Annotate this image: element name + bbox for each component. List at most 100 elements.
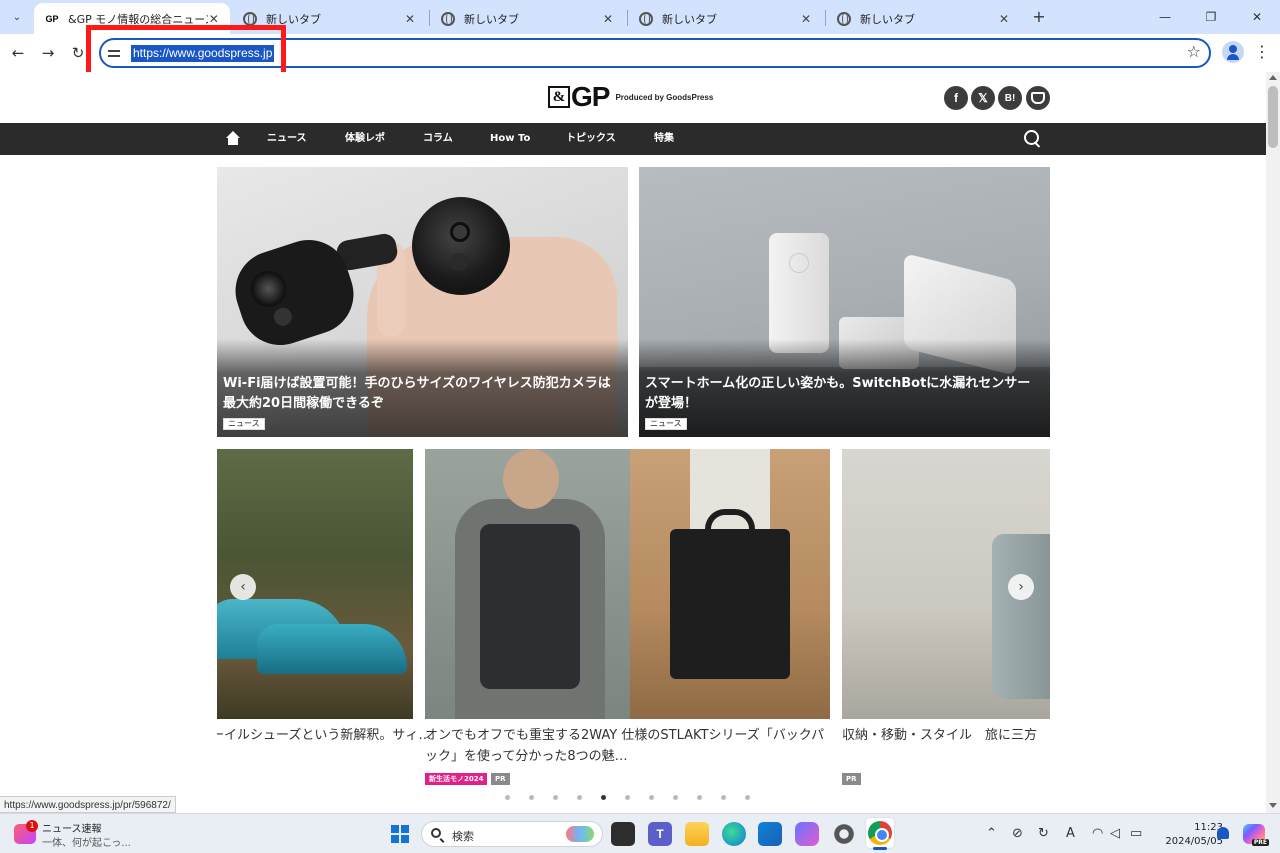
pr-badge: PR bbox=[491, 773, 510, 785]
nav-item-report[interactable]: 体験レポ bbox=[345, 131, 385, 147]
tab-title: 新しいタブ bbox=[662, 12, 717, 26]
close-icon[interactable]: ✕ bbox=[996, 12, 1012, 26]
carousel-dot[interactable] bbox=[721, 795, 726, 800]
tab-new-3[interactable]: 新しいタブ ✕ bbox=[628, 3, 824, 34]
slide-image[interactable] bbox=[425, 449, 630, 719]
news-widget-title[interactable]: ニュース速報 bbox=[42, 820, 102, 835]
back-button[interactable]: ← bbox=[6, 41, 30, 65]
tray-chevron-up-icon[interactable]: ⌃ bbox=[986, 826, 997, 841]
globe-icon bbox=[441, 11, 455, 26]
nav-item-news[interactable]: ニュース bbox=[267, 131, 307, 147]
copilot-preview-label: PRE bbox=[1251, 839, 1269, 846]
home-icon[interactable] bbox=[226, 131, 240, 145]
site-logo[interactable]: & GP Produced by GoodsPress bbox=[548, 81, 713, 112]
feature-card[interactable]: Wi-Fi届けば設置可能！手のひらサイズのワイヤレス防犯カメラは最大約20日間稼… bbox=[217, 167, 628, 437]
tab-search-button[interactable]: ⌄ bbox=[6, 6, 28, 28]
scroll-up-icon[interactable] bbox=[1269, 75, 1277, 80]
slide-title[interactable]: 収納・移動・スタイル 旅に三方 bbox=[842, 725, 1050, 746]
carousel-dot[interactable] bbox=[553, 795, 558, 800]
file-explorer-icon[interactable] bbox=[685, 822, 709, 846]
facebook-icon[interactable]: f bbox=[944, 86, 968, 110]
tab-new-4[interactable]: 新しいタブ ✕ bbox=[826, 3, 1022, 34]
tab-title: 新しいタブ bbox=[266, 12, 321, 26]
carousel-dot[interactable] bbox=[505, 795, 510, 800]
x-icon[interactable]: 𝕏 bbox=[971, 86, 995, 110]
tab-title: 新しいタブ bbox=[860, 12, 915, 26]
browser-menu-icon[interactable]: ⋮ bbox=[1254, 41, 1270, 63]
edge-icon[interactable] bbox=[722, 822, 746, 846]
clock-date[interactable]: 2024/05/05 bbox=[1156, 836, 1223, 847]
page-scrollbar[interactable] bbox=[1266, 72, 1280, 813]
nav-item-howto[interactable]: How To bbox=[490, 131, 530, 147]
carousel-dot[interactable] bbox=[601, 795, 606, 800]
close-icon[interactable]: ✕ bbox=[600, 12, 616, 26]
category-tag[interactable]: ニュース bbox=[223, 418, 265, 430]
chevron-left-icon: ‹ bbox=[240, 579, 246, 595]
search-highlight-icon bbox=[566, 826, 594, 842]
sync-icon[interactable]: ↻ bbox=[1038, 826, 1049, 841]
slide-title[interactable]: ーイルシューズという新解釈。サィ… bbox=[217, 725, 431, 746]
network-off-icon[interactable]: ⊘ bbox=[1012, 826, 1023, 841]
chevron-right-icon: › bbox=[1018, 579, 1024, 595]
tab-new-2[interactable]: 新しいタブ ✕ bbox=[430, 3, 626, 34]
restore-button[interactable]: ❐ bbox=[1188, 0, 1234, 34]
logo-gp: GP bbox=[571, 81, 610, 112]
chrome-icon[interactable] bbox=[868, 821, 892, 845]
close-icon: ✕ bbox=[1251, 10, 1263, 24]
reload-icon: ↻ bbox=[71, 44, 85, 62]
campaign-badge[interactable]: 新生活モノ2024 bbox=[425, 773, 488, 785]
carousel-dot[interactable] bbox=[649, 795, 654, 800]
restore-icon: ❐ bbox=[1205, 10, 1217, 24]
close-icon[interactable]: ✕ bbox=[798, 12, 814, 26]
settings-gear-icon[interactable] bbox=[832, 822, 856, 846]
close-icon[interactable]: ✕ bbox=[402, 12, 418, 26]
carousel-dot[interactable] bbox=[697, 795, 702, 800]
new-tab-button[interactable]: + bbox=[1028, 6, 1050, 28]
profile-avatar[interactable] bbox=[1222, 41, 1244, 63]
main-nav: ニュース 体験レポ コラム How To トピックス 特集 bbox=[0, 123, 1266, 155]
carousel-next-button[interactable]: › bbox=[1008, 574, 1034, 600]
backpack-image bbox=[670, 529, 790, 679]
carousel-dot[interactable] bbox=[529, 795, 534, 800]
task-view-icon[interactable] bbox=[611, 822, 635, 846]
wifi-icon[interactable]: ◠ bbox=[1092, 826, 1103, 841]
arrow-left-icon: ← bbox=[11, 44, 25, 62]
news-widget-subtitle[interactable]: 一体、何が起こっ... bbox=[42, 834, 131, 849]
feature-card[interactable]: スマートホーム化の正しい姿かも。SwitchBotに水漏れセンサーが登場！ ニュ… bbox=[639, 167, 1050, 437]
start-button[interactable] bbox=[391, 825, 409, 843]
slide-title[interactable]: オンでもオフでも重宝する2WAY 仕様のSTLAKTシリーズ「バックパック」を使… bbox=[425, 725, 830, 767]
carousel-dot[interactable] bbox=[577, 795, 582, 800]
carousel-prev-button[interactable]: ‹ bbox=[230, 574, 256, 600]
hatena-bookmark-icon[interactable]: B! bbox=[998, 86, 1022, 110]
scroll-down-icon[interactable] bbox=[1269, 803, 1277, 808]
slide-image[interactable] bbox=[630, 449, 830, 719]
store-icon[interactable] bbox=[758, 822, 782, 846]
nav-item-column[interactable]: コラム bbox=[423, 131, 453, 147]
carousel-dot[interactable] bbox=[625, 795, 630, 800]
category-tag[interactable]: ニュース bbox=[645, 418, 687, 430]
notification-bell-icon[interactable] bbox=[1217, 827, 1229, 839]
notification-badge: 1 bbox=[26, 820, 38, 832]
forward-button[interactable]: → bbox=[36, 41, 60, 65]
scrollbar-thumb[interactable] bbox=[1268, 86, 1278, 148]
copilot-preview-icon[interactable]: PRE bbox=[1243, 824, 1269, 846]
minimize-button[interactable]: — bbox=[1142, 0, 1188, 34]
close-icon[interactable]: ✕ bbox=[208, 12, 220, 26]
volume-icon[interactable]: ◁ bbox=[1110, 826, 1120, 841]
ime-indicator[interactable]: A bbox=[1066, 826, 1075, 841]
copilot-icon[interactable] bbox=[795, 822, 819, 846]
teams-icon[interactable]: T bbox=[648, 822, 672, 846]
bookmark-star-icon[interactable]: ☆ bbox=[1187, 42, 1201, 61]
carousel-dot[interactable] bbox=[745, 795, 750, 800]
nav-item-feature[interactable]: 特集 bbox=[654, 131, 674, 147]
windows-taskbar: 1 ニュース速報 一体、何が起こっ... 検索 T ⌃ ⊘ ↻ A ◠ ◁ ▭ … bbox=[0, 813, 1280, 853]
nav-item-topics[interactable]: トピックス bbox=[566, 131, 616, 147]
battery-icon[interactable]: ▭ bbox=[1130, 826, 1142, 841]
close-window-button[interactable]: ✕ bbox=[1234, 0, 1280, 34]
search-icon[interactable] bbox=[1024, 130, 1042, 148]
carousel-dot[interactable] bbox=[673, 795, 678, 800]
feature-title[interactable]: Wi-Fi届けば設置可能！手のひらサイズのワイヤレス防犯カメラは最大約20日間稼… bbox=[223, 374, 620, 414]
feature-title[interactable]: スマートホーム化の正しい姿かも。SwitchBotに水漏れセンサーが登場！ bbox=[645, 374, 1042, 414]
taskbar-search[interactable]: 検索 bbox=[421, 821, 603, 847]
pocket-icon[interactable] bbox=[1026, 86, 1050, 110]
